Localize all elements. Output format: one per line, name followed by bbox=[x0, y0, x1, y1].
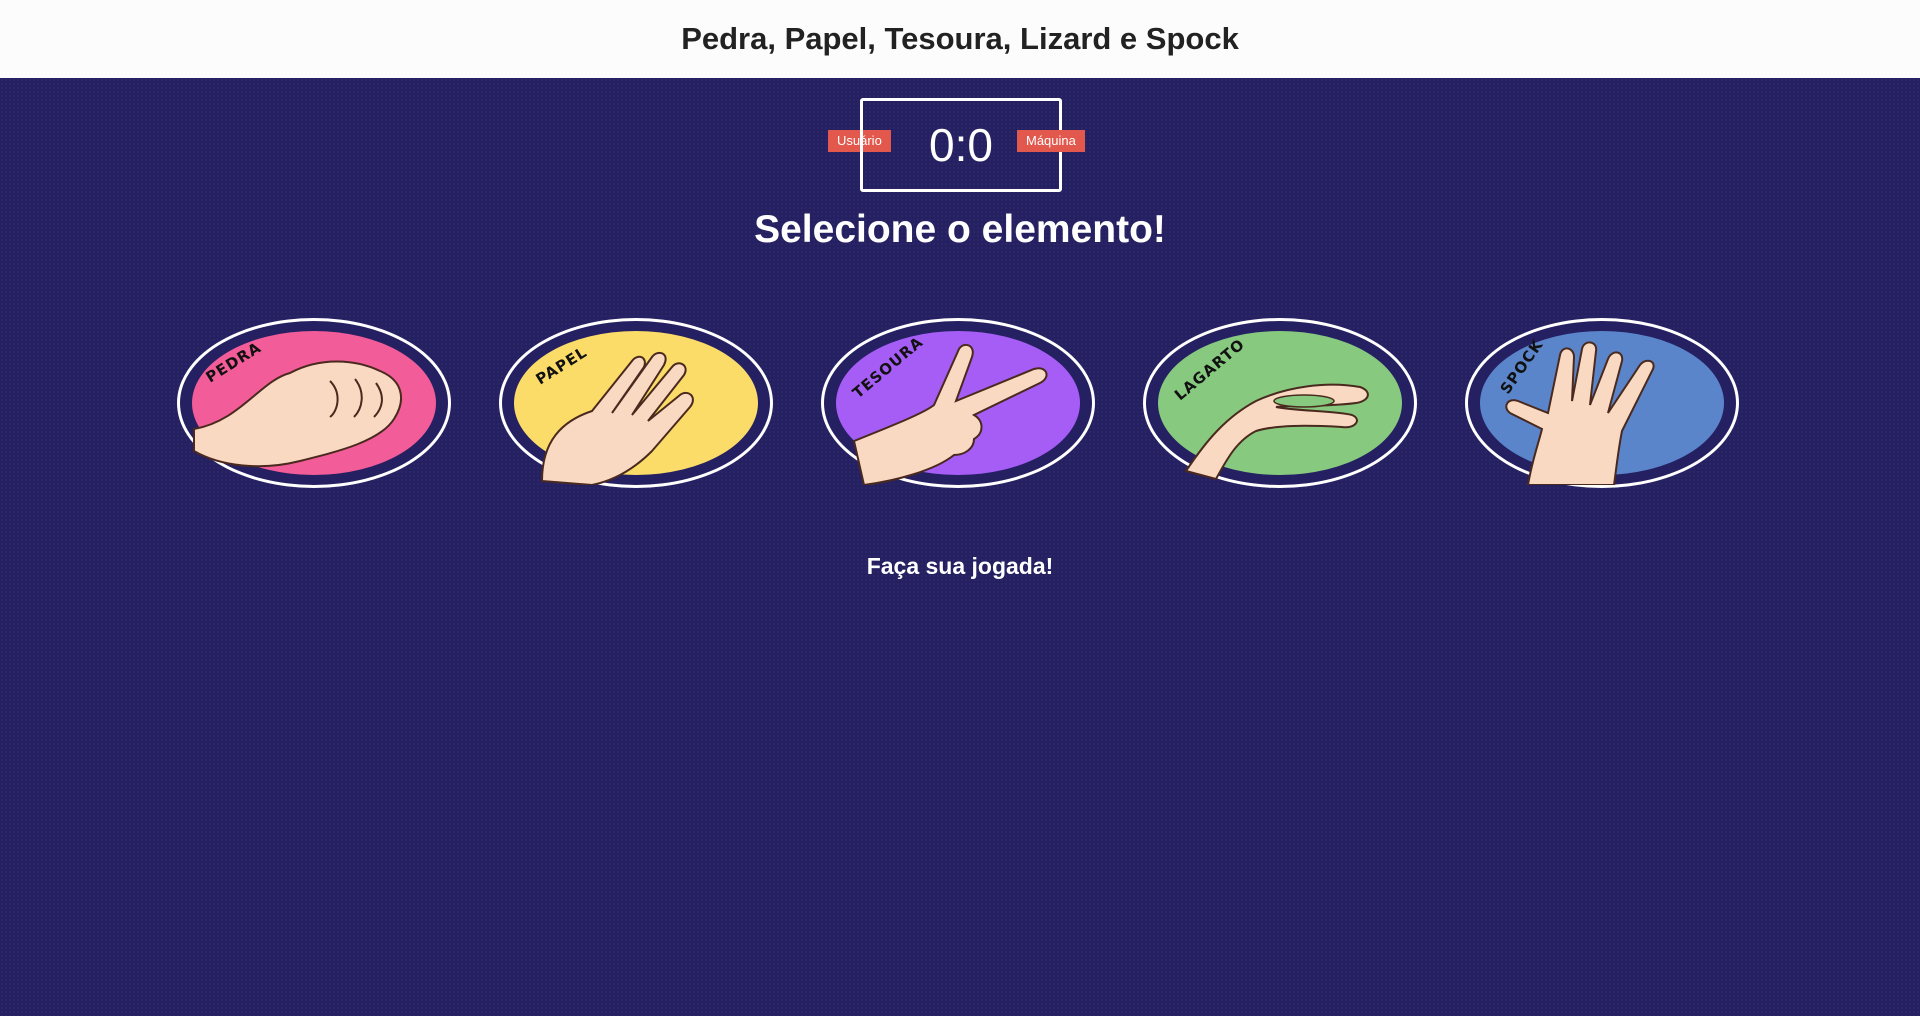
lizard-hand-icon: LAGARTO bbox=[1158, 331, 1402, 481]
choice-papel-button[interactable]: PAPEL bbox=[499, 318, 773, 488]
page-header: Pedra, Papel, Tesoura, Lizard e Spock bbox=[0, 0, 1920, 78]
machine-score-badge: Máquina bbox=[1017, 130, 1085, 152]
spock-hand-icon: SPOCK bbox=[1480, 331, 1724, 485]
choice-tesoura-button[interactable]: TESOURA bbox=[821, 318, 1095, 488]
paper-hand-icon: PAPEL bbox=[514, 331, 758, 485]
choice-spock-button[interactable]: SPOCK bbox=[1465, 318, 1739, 488]
choice-lagarto-button[interactable]: LAGARTO bbox=[1143, 318, 1417, 488]
selection-prompt: Selecione o elemento! bbox=[754, 208, 1166, 251]
choice-pedra-button[interactable]: PEDRA bbox=[177, 318, 451, 488]
score-value: 0:0 bbox=[929, 119, 993, 171]
scissors-hand-icon: TESOURA bbox=[836, 331, 1080, 485]
rock-fist-icon: PEDRA bbox=[192, 331, 436, 475]
game-area: Usuário 0:0 Máquina Selecione o elemento… bbox=[0, 78, 1920, 1016]
status-message: Faça sua jogada! bbox=[866, 553, 1054, 579]
choice-list: PEDRA PAPEL TESOURA LAGARTO SPOCK bbox=[0, 318, 1920, 493]
page-title: Pedra, Papel, Tesoura, Lizard e Spock bbox=[681, 21, 1239, 56]
